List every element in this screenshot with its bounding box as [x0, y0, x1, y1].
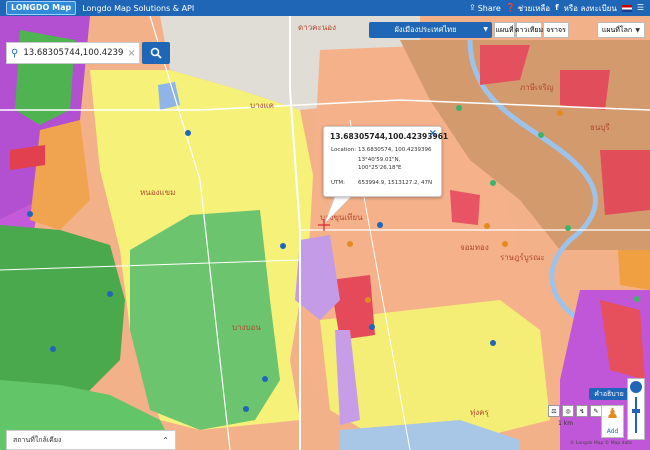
- map-zone-orange-right: [618, 250, 650, 290]
- basemap-select[interactable]: แผนที่โลก ▼: [597, 22, 645, 38]
- facebook-icon: f: [555, 3, 559, 12]
- search-button[interactable]: [142, 42, 170, 64]
- language-flag-icon[interactable]: [621, 4, 632, 12]
- layer-select-label: ผังเมืองประเทศไทย: [394, 25, 457, 34]
- nearby-panel[interactable]: สถานที่ใกล้เคียง ⌃: [6, 430, 176, 450]
- poi-marker[interactable]: [565, 225, 571, 231]
- poi-marker[interactable]: [347, 241, 353, 247]
- utm-value: 653994.9, 1513127.2, 47N: [358, 180, 433, 186]
- help-icon: ❓: [505, 3, 516, 12]
- dms-lat: 13°40'59.01"N,: [358, 157, 401, 163]
- utm-label: UTM:: [331, 180, 345, 186]
- share-icon: ⇪: [468, 3, 476, 12]
- measure-icon[interactable]: ⚖: [548, 405, 560, 417]
- nearby-label: สถานที่ใกล้เคียง: [13, 435, 62, 444]
- pin-icon: ⚲: [11, 47, 19, 59]
- login-link[interactable]: หรือ ลงทะเบียน: [564, 2, 617, 15]
- poi-marker[interactable]: [502, 241, 508, 247]
- person-icon: ♟: [606, 406, 619, 422]
- poi-marker[interactable]: [107, 291, 113, 297]
- help-button[interactable]: ❓ ช่วยเหลือ: [506, 2, 550, 15]
- dms-lon: 100°25'26.18"E: [358, 165, 402, 171]
- product-link[interactable]: Longdo Map Solutions & API: [82, 4, 194, 13]
- scale-bar: 1 km: [558, 420, 574, 427]
- location-label: Location:: [331, 147, 357, 153]
- poi-marker[interactable]: [484, 223, 490, 229]
- close-icon[interactable]: ×: [429, 128, 437, 139]
- poi-marker[interactable]: [490, 340, 496, 346]
- traffic-button[interactable]: จราจร: [543, 22, 569, 38]
- basemap-select-label: แผนที่โลก: [601, 25, 633, 34]
- add-label: Add: [606, 428, 619, 435]
- top-right-menu: ⇪ Share ❓ ช่วยเหลือ f หรือ ลงทะเบียน ☰: [469, 0, 644, 16]
- map-label: ธนบุรี: [590, 123, 610, 132]
- poi-marker[interactable]: [557, 110, 563, 116]
- chevron-down-icon: ▼: [483, 26, 488, 33]
- zoom-control[interactable]: [627, 378, 645, 440]
- map-label: บางบอน: [232, 323, 261, 332]
- map-label: จอมทอง: [460, 243, 489, 252]
- poi-marker[interactable]: [538, 132, 544, 138]
- poi-marker[interactable]: [456, 105, 462, 111]
- layer-select[interactable]: ผังเมืองประเทศไทย ▼: [369, 22, 492, 38]
- satellite-button[interactable]: ดาวเทียม: [515, 22, 543, 38]
- map-type-button[interactable]: แผนที่: [494, 22, 515, 38]
- legend-button[interactable]: คำอธิบาย: [589, 388, 629, 400]
- add-place-button[interactable]: ♟ Add: [601, 405, 624, 438]
- poi-marker[interactable]: [27, 211, 33, 217]
- map-zone-red-2: [560, 70, 610, 110]
- map-label: ทุ่งครุ: [470, 408, 490, 417]
- route-icon[interactable]: ↯: [576, 405, 588, 417]
- poi-marker[interactable]: [634, 296, 640, 302]
- poi-marker[interactable]: [365, 297, 371, 303]
- map-zone-red-3: [600, 150, 650, 215]
- map-canvas[interactable]: บางแค หนองแขม บางบอน ภาษีเจริญ จอมทอง รา…: [0, 16, 650, 450]
- poi-marker[interactable]: [490, 180, 496, 186]
- poi-marker[interactable]: [185, 130, 191, 136]
- poi-marker[interactable]: [377, 222, 383, 228]
- poi-marker[interactable]: [280, 243, 286, 249]
- attribution: © Longdo Map © Map data: [570, 441, 632, 446]
- chevron-up-icon[interactable]: ⌃: [162, 436, 169, 445]
- menu-icon[interactable]: ☰: [637, 4, 644, 12]
- facebook-login[interactable]: f: [555, 4, 558, 12]
- map-zone-green-sw: [0, 225, 125, 400]
- poi-marker[interactable]: [369, 324, 375, 330]
- chevron-down-icon: ▼: [635, 27, 640, 34]
- compass-icon[interactable]: [630, 381, 642, 393]
- share-button[interactable]: ⇪ Share: [469, 4, 501, 13]
- map-label: ภาษีเจริญ: [520, 83, 554, 92]
- poi-marker[interactable]: [262, 376, 268, 382]
- search-icon: [150, 47, 162, 59]
- clear-search-button[interactable]: ×: [127, 48, 135, 59]
- map-label: ราษฎร์บูรณะ: [500, 252, 545, 263]
- login-label: หรือ ลงทะเบียน: [563, 3, 617, 13]
- map-zone-green-center: [130, 210, 280, 430]
- poi-marker[interactable]: [243, 406, 249, 412]
- zoom-handle[interactable]: [632, 409, 640, 413]
- map-label: บางแค: [250, 101, 274, 110]
- location-value: 13.6830574, 100.4239396: [358, 147, 432, 153]
- poi-marker[interactable]: [50, 346, 56, 352]
- share-label: Share: [477, 3, 501, 13]
- location-popup: 13.68305744,100.42393961 × Location: 13.…: [323, 126, 448, 197]
- search-input[interactable]: [21, 47, 126, 59]
- help-label: ช่วยเหลือ: [517, 3, 551, 13]
- longdo-logo[interactable]: LONGDO Map: [6, 1, 77, 15]
- top-bar: LONGDO Map Longdo Map Solutions & API ⇪ …: [0, 0, 650, 16]
- globe-icon[interactable]: ◎: [562, 405, 574, 417]
- search-box: ⚲ ×: [6, 42, 140, 64]
- zoom-slider[interactable]: [628, 379, 644, 439]
- map-zone-red-5: [450, 190, 480, 225]
- map-label: ดาวคะนอง: [298, 23, 336, 32]
- map-label: หนองแขม: [140, 188, 175, 197]
